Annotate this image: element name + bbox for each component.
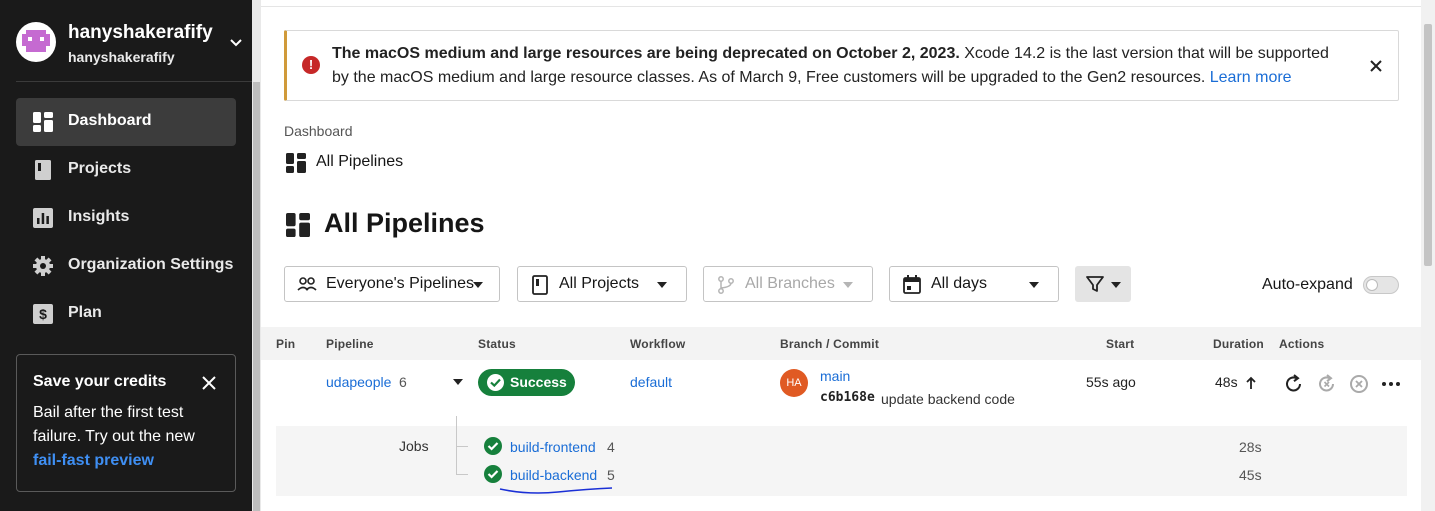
banner-text: The macOS medium and large resources are… [332,45,1329,86]
people-icon [297,277,317,291]
deprecation-banner: ! The macOS medium and large resources a… [284,30,1399,101]
days-filter-dropdown[interactable]: All days [889,266,1059,302]
start-time: 55s ago [1086,374,1136,390]
caret-down-icon [1029,282,1039,288]
table-row: udapeople 6 Success default HA main c6b1… [261,360,1421,416]
pipelines-filter-dropdown[interactable]: Everyone's Pipelines [284,266,500,302]
svg-text:$: $ [39,306,47,322]
sidebar-item-label: Dashboard [68,112,152,129]
job-duration: 28s [1239,439,1262,455]
avatar: HA [780,369,808,397]
column-header-actions: Actions [1279,337,1325,351]
jobs-panel: Jobs build-frontend 4 28s build-backend … [276,416,1407,496]
breadcrumb-root[interactable]: Dashboard [284,123,353,139]
rerun-failed-icon[interactable] [1316,373,1338,395]
insights-icon [33,208,53,228]
job-link-build-frontend[interactable]: build-frontend [510,439,596,455]
check-icon [487,374,504,391]
dashboard-icon [33,112,53,132]
job-link-build-backend[interactable]: build-backend [510,467,597,483]
advanced-filter-button[interactable] [1075,266,1131,302]
sidebar-item-label: Organization Settings [68,256,234,273]
caret-down-icon [473,282,483,288]
top-divider [261,6,1421,7]
fail-fast-link[interactable]: fail-fast preview [33,452,154,469]
projects-icon [532,275,548,295]
arrow-up-icon [1246,376,1256,389]
caret-down-icon [1111,282,1121,288]
branch-icon [718,276,734,294]
sidebar-item-label: Insights [68,208,130,225]
promo-body: Bail after the first test failure. Try o… [33,404,195,469]
sidebar-item-insights[interactable]: Insights [16,194,236,242]
job-number: 5 [607,467,615,483]
status-badge[interactable]: Success [478,369,575,396]
close-icon[interactable] [1368,58,1384,74]
rerun-icon[interactable] [1283,373,1305,395]
promo-card: Save your credits Bail after the first t… [16,354,236,492]
commit-message: update backend code [881,391,1015,407]
projects-icon [35,160,51,180]
more-options-icon[interactable] [1380,373,1402,395]
promo-title: Save your credits [33,373,167,390]
dashboard-icon [286,213,310,237]
funnel-icon [1086,276,1104,292]
main-scrollbar[interactable] [1421,0,1435,511]
sidebar-item-label: Plan [68,304,102,321]
username: hanyshakerafify [68,22,213,43]
org-name: hanyshakerafify [68,49,175,65]
table-header: Pin Pipeline Status Workflow Branch / Co… [261,327,1421,360]
column-header-pipeline: Pipeline [326,337,374,351]
column-header-duration: Duration [1213,337,1264,351]
auto-expand-label: Auto-expand [1262,276,1353,293]
caret-down-icon [657,282,667,288]
pipeline-number: 6 [399,374,407,390]
commit-hash[interactable]: c6b168e [820,390,875,405]
sidebar-scrollbar[interactable] [252,0,261,511]
dollar-icon: $ [33,304,53,324]
column-header-start: Start [1106,337,1135,351]
branch-link[interactable]: main [820,368,850,384]
job-number: 4 [607,439,615,455]
calendar-icon [903,275,921,294]
sidebar-item-organization-settings[interactable]: Organization Settings [16,242,236,290]
column-header-pin: Pin [276,337,296,351]
caret-down-icon [843,282,853,288]
projects-filter-dropdown[interactable]: All Projects [517,266,687,302]
dashboard-icon [286,153,306,173]
check-circle-icon [484,465,502,483]
sidebar-item-dashboard[interactable]: Dashboard [16,98,236,146]
error-icon: ! [302,56,320,74]
column-header-branch-commit: Branch / Commit [780,337,880,351]
chevron-down-icon[interactable] [228,34,244,50]
check-circle-icon [484,437,502,455]
branches-filter-dropdown[interactable]: All Branches [703,266,873,302]
sidebar-divider [16,81,252,82]
sidebar-item-plan[interactable]: $ Plan [16,290,236,338]
cancel-icon[interactable] [1348,373,1370,395]
expand-caret-icon[interactable] [453,379,463,385]
sidebar-item-projects[interactable]: Projects [16,146,236,194]
handwritten-underline [499,487,613,494]
user-avatar [16,22,56,62]
column-header-workflow: Workflow [630,337,686,351]
duration: 48s [1215,374,1238,390]
jobs-label: Jobs [399,438,429,454]
auto-expand-toggle[interactable] [1363,276,1399,294]
sidebar: hanyshakerafify hanyshakerafify Dashboar… [0,0,252,511]
gear-icon [33,256,53,276]
learn-more-link[interactable]: Learn more [1210,69,1292,86]
user-menu[interactable]: hanyshakerafify hanyshakerafify [16,22,246,68]
job-duration: 45s [1239,467,1262,483]
close-icon[interactable] [201,375,217,391]
workflow-link[interactable]: default [630,374,672,390]
column-header-status: Status [478,337,516,351]
sidebar-item-label: Projects [68,160,132,177]
pipeline-link[interactable]: udapeople [326,374,391,390]
